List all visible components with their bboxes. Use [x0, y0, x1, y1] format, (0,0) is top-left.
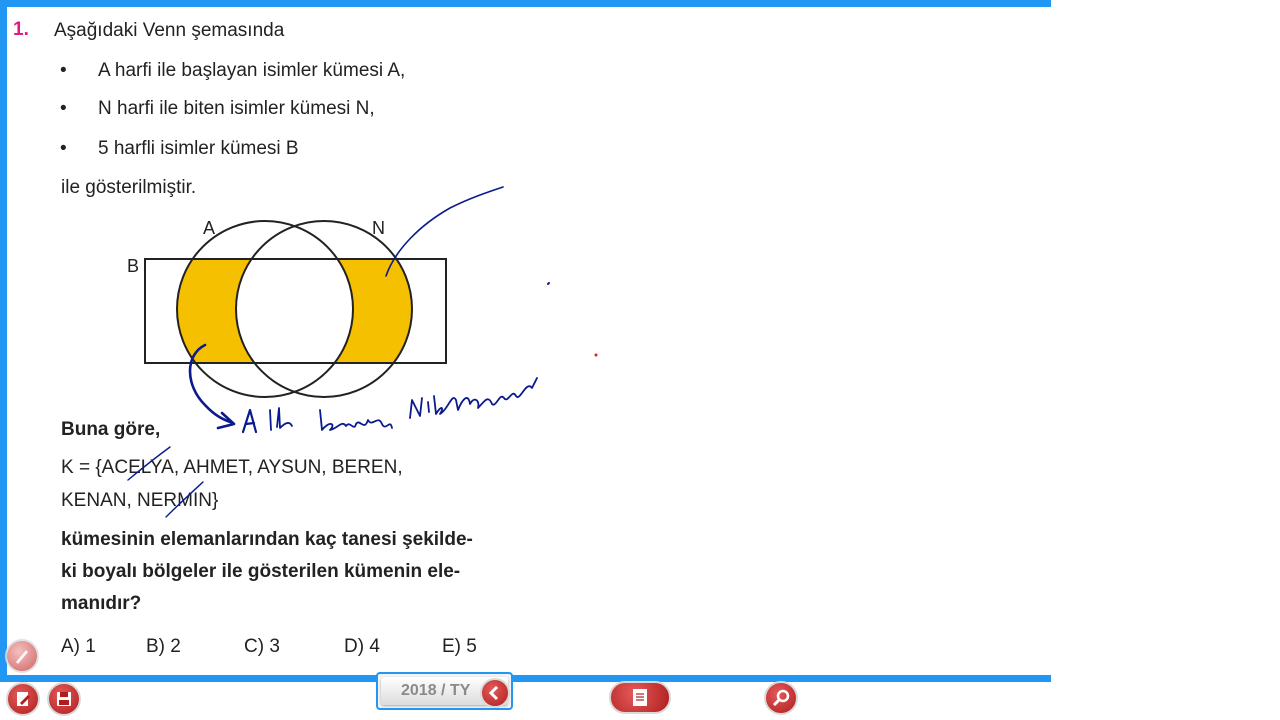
- bullet-text: N harfi ile biten isimler kümesi N,: [98, 98, 375, 119]
- answer-option-e[interactable]: E) 5: [442, 636, 477, 658]
- pen-tool-icon[interactable]: [5, 639, 39, 673]
- shown-line: ile gösterilmiştir.: [61, 177, 197, 198]
- bullet-dot: •: [60, 60, 67, 81]
- year-label: 2018 / TY: [401, 682, 471, 699]
- presentation-window: 1. Aşağıdaki Venn şemasında • A harfi il…: [0, 0, 1280, 720]
- bullet-text: 5 harfli isimler kümesi B: [98, 138, 299, 159]
- bullet-text: A harfi ile başlayan isimler kümesi A,: [98, 60, 406, 81]
- answer-option-d[interactable]: D) 4: [344, 636, 380, 658]
- left-accent-bar: [0, 0, 7, 680]
- search-button[interactable]: [764, 681, 798, 715]
- document-button[interactable]: [609, 681, 671, 714]
- edit-icon: [17, 692, 30, 706]
- red-ink-dot: [594, 353, 598, 357]
- set-b-label: B: [127, 256, 139, 276]
- set-line-2: KENAN, NERMIN}: [61, 490, 219, 511]
- save-button[interactable]: [47, 682, 81, 716]
- ask-line-2: ki boyalı bölgeler ile gösterilen kümeni…: [61, 561, 461, 582]
- back-button[interactable]: [480, 678, 510, 708]
- ask-line-1: kümesinin elemanlarından kaç tanesi şeki…: [61, 529, 473, 550]
- back-icon: [488, 685, 499, 701]
- save-icon: [57, 692, 71, 706]
- ink-word-stroke: [269, 407, 293, 431]
- venn-diagram: A N B: [127, 218, 447, 398]
- ink-word-stroke: [241, 408, 258, 434]
- ask-line-3: manıdır?: [61, 593, 142, 614]
- question-number: 1.: [13, 19, 29, 40]
- ink-dot: [547, 282, 550, 285]
- bottom-accent-bar: [0, 675, 1051, 682]
- bullet-dot: •: [60, 138, 67, 159]
- prompt-text: Buna göre,: [61, 419, 161, 440]
- ink-word-stroke: [319, 409, 393, 431]
- search-icon: [772, 689, 790, 707]
- bullet-dot: •: [60, 98, 67, 119]
- pen-tool-glyph: [16, 650, 28, 664]
- answer-option-c[interactable]: C) 3: [244, 636, 280, 658]
- set-a-label: A: [203, 218, 215, 238]
- answer-option-a[interactable]: A) 1: [61, 636, 96, 658]
- question-intro: Aşağıdaki Venn şemasında: [54, 20, 285, 41]
- edit-button[interactable]: [6, 682, 40, 716]
- answer-option-b[interactable]: B) 2: [146, 636, 181, 658]
- ink-arrow-head: [216, 411, 236, 430]
- set-n-label: N: [372, 218, 385, 238]
- top-accent-bar: [0, 0, 1051, 7]
- set-line-1: K = {ACELYA, AHMET, AYSUN, BEREN,: [61, 457, 403, 478]
- document-icon: [633, 689, 647, 706]
- year-selector[interactable]: 2018 / TY: [376, 672, 513, 710]
